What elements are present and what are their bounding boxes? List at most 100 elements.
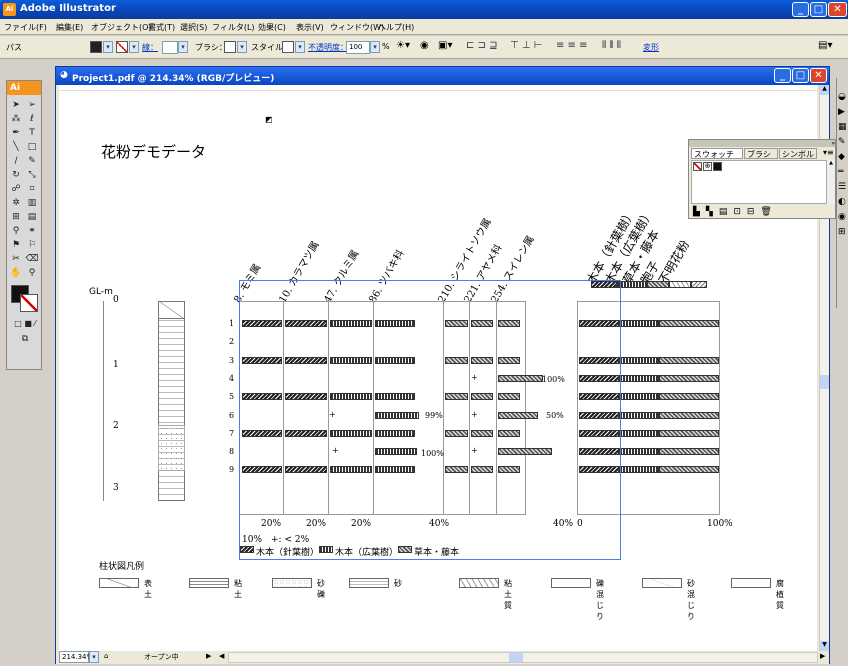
doc-restore-button[interactable]: □ [792, 68, 809, 83]
blend-tool-icon[interactable]: ⚭ [25, 225, 39, 238]
live-paint-tool-icon[interactable]: ⚑ [9, 239, 23, 252]
type-tool-icon[interactable]: T [25, 127, 39, 140]
selection-tool-icon[interactable]: ➤ [9, 99, 23, 112]
distribute-icon[interactable]: ≡ ≡ ≡ [556, 40, 588, 51]
stroke-dropdown[interactable]: ▾ [129, 41, 139, 53]
lasso-tool-icon[interactable]: ℓ [25, 113, 39, 126]
graph-tool-icon[interactable]: ▥ [25, 197, 39, 210]
swatch-panel-buttons-icon[interactable]: ▙▚▤⊡⊟🗑 [693, 207, 833, 217]
paintbrush-tool-icon[interactable]: ∕ [9, 155, 23, 168]
menu-window[interactable]: ウィンドウ(W) [330, 22, 384, 33]
minimize-button[interactable]: _ [792, 2, 809, 17]
black-swatch[interactable] [713, 162, 722, 171]
stroke-weight-dropdown[interactable]: ▾ [178, 41, 188, 53]
menu-effect[interactable]: 効果(C) [258, 22, 286, 33]
isolate-icon[interactable]: ◉ [420, 40, 429, 51]
style-dropdown[interactable]: ▾ [295, 41, 305, 53]
scroll-down-button[interactable]: ▼ [820, 641, 829, 651]
doc-close-button[interactable]: ✕ [810, 68, 827, 83]
rectangle-tool-icon[interactable]: □ [25, 141, 39, 154]
align-left-icon[interactable]: ⊏ ⊐ ⊒ [466, 40, 498, 51]
document-icon: ◕ [60, 70, 68, 80]
zoom-dropdown[interactable]: ▾ [89, 651, 99, 663]
close-button[interactable]: ✕ [828, 2, 847, 17]
summary-bar-broadleaf [619, 429, 659, 437]
status-menu-arrow-icon[interactable]: ▶ [206, 652, 211, 660]
eraser-tool-icon[interactable]: ⌫ [25, 253, 39, 266]
distribute-horizontal-icon[interactable]: ⫴ ⫴ ⫴ [602, 40, 621, 51]
document-setup-icon[interactable]: ▣▾ [438, 40, 452, 51]
menu-type[interactable]: 書式(T) [148, 22, 175, 33]
none-swatch[interactable] [693, 162, 702, 171]
align-top-icon[interactable]: ⊤ ⊥ ⊢ [510, 40, 543, 51]
opacity-dropdown[interactable]: ▾ [370, 41, 380, 53]
summary-strip-unknown [691, 281, 707, 288]
scroll-right-icon[interactable]: ▶ [820, 652, 825, 660]
maximize-button[interactable]: □ [810, 2, 827, 17]
gradient-tool-icon[interactable]: ▤ [25, 211, 39, 224]
tab-swatches[interactable]: スウォッチ × [691, 148, 743, 169]
brush-dropdown[interactable]: ▾ [237, 41, 247, 53]
recolor-icon[interactable]: ☀▾ [396, 40, 410, 51]
scroll-up-button[interactable]: ▲ [820, 85, 829, 95]
dock-panel-icons[interactable]: ◒ ▶ ▦ ✎ ◆ ═ ☰ ◐ ◉ ⊞ [838, 90, 847, 240]
direct-selection-tool-icon[interactable]: ➢ [25, 99, 39, 112]
pencil-tool-icon[interactable]: ✎ [25, 155, 39, 168]
fill-dropdown[interactable]: ▾ [103, 41, 113, 53]
style-swatch[interactable] [282, 41, 294, 53]
rotate-tool-icon[interactable]: ↻ [9, 169, 23, 182]
home-icon[interactable]: ⌂ [104, 652, 108, 660]
stroke-weight-field[interactable] [162, 41, 178, 54]
mesh-tool-icon[interactable]: ⊞ [9, 211, 23, 224]
stroke-weight-label[interactable]: 線： [142, 42, 158, 53]
line-tool-icon[interactable]: ╲ [9, 141, 23, 154]
status-bar: 214.34% ▾ ⌂ オープン中 ▶ ◀ ▶ [56, 651, 829, 664]
column-legend-swatch [551, 578, 591, 588]
stroke-color-icon[interactable] [20, 294, 38, 312]
menu-select[interactable]: 選択(S) [180, 22, 207, 33]
swatch-scrollbar[interactable]: ▲ [827, 160, 835, 204]
tab-brushes[interactable]: ブラシ [744, 148, 778, 159]
registration-swatch[interactable]: ⊕ [703, 162, 712, 171]
menu-object[interactable]: オブジェクト(O) [91, 22, 152, 33]
fill-swatch[interactable] [90, 41, 102, 53]
horizontal-scrollbar[interactable] [228, 652, 818, 663]
panel-grip[interactable]: » [689, 140, 835, 147]
menu-filter[interactable]: フィルタ(L) [212, 22, 255, 33]
axis-tick: 100% [707, 519, 733, 529]
slice-tool-icon[interactable]: ✂ [9, 253, 23, 266]
symbol-sprayer-tool-icon[interactable]: ✲ [9, 197, 23, 210]
menu-view[interactable]: 表示(V) [296, 22, 324, 33]
screen-mode-icon[interactable]: ⧉ [16, 333, 34, 346]
brush-swatch[interactable] [224, 41, 236, 53]
pen-tool-icon[interactable]: ✒ [9, 127, 23, 140]
selection-bounding-box[interactable] [239, 280, 621, 560]
warp-tool-icon[interactable]: ☍ [9, 183, 23, 196]
hscroll-thumb[interactable] [509, 653, 523, 662]
menu-edit[interactable]: 編集(E) [56, 22, 83, 33]
hand-tool-icon[interactable]: ✋ [9, 267, 23, 280]
zoom-tool-icon[interactable]: ⚲ [25, 267, 39, 280]
color-mode-icons[interactable]: □ ■ ⁄ [9, 317, 41, 330]
menu-file[interactable]: ファイル(F) [4, 22, 47, 33]
eyedropper-tool-icon[interactable]: ⚲ [9, 225, 23, 238]
scroll-left-icon[interactable]: ◀ [219, 652, 224, 660]
stroke-swatch[interactable] [116, 41, 128, 53]
opacity-label[interactable]: 不透明度： [308, 42, 348, 53]
document-title-bar: ◕ Project1.pdf @ 214.34% (RGB/プレビュー) _ □… [56, 67, 829, 85]
menu-help[interactable]: ヘルプ(H) [378, 22, 414, 33]
zoom-field[interactable]: 214.34% [59, 651, 93, 663]
tab-symbols[interactable]: シンボル [779, 148, 817, 159]
live-paint-selection-tool-icon[interactable]: ⚐ [25, 239, 39, 252]
sample-number: 4 [229, 373, 235, 383]
panel-options-icon[interactable]: ▾≡ [823, 148, 834, 157]
scale-tool-icon[interactable]: ⤡ [25, 169, 39, 182]
column-legend-swatch [272, 578, 312, 588]
magic-wand-tool-icon[interactable]: ⁂ [9, 113, 23, 126]
scroll-thumb[interactable] [820, 375, 829, 389]
free-transform-tool-icon[interactable]: ⌗ [25, 183, 39, 196]
doc-minimize-button[interactable]: _ [774, 68, 791, 83]
transform-link[interactable]: 変形 [643, 42, 659, 53]
opacity-field[interactable]: 100 [346, 41, 370, 54]
panel-menu-icon[interactable]: ▤▾ [818, 40, 832, 51]
